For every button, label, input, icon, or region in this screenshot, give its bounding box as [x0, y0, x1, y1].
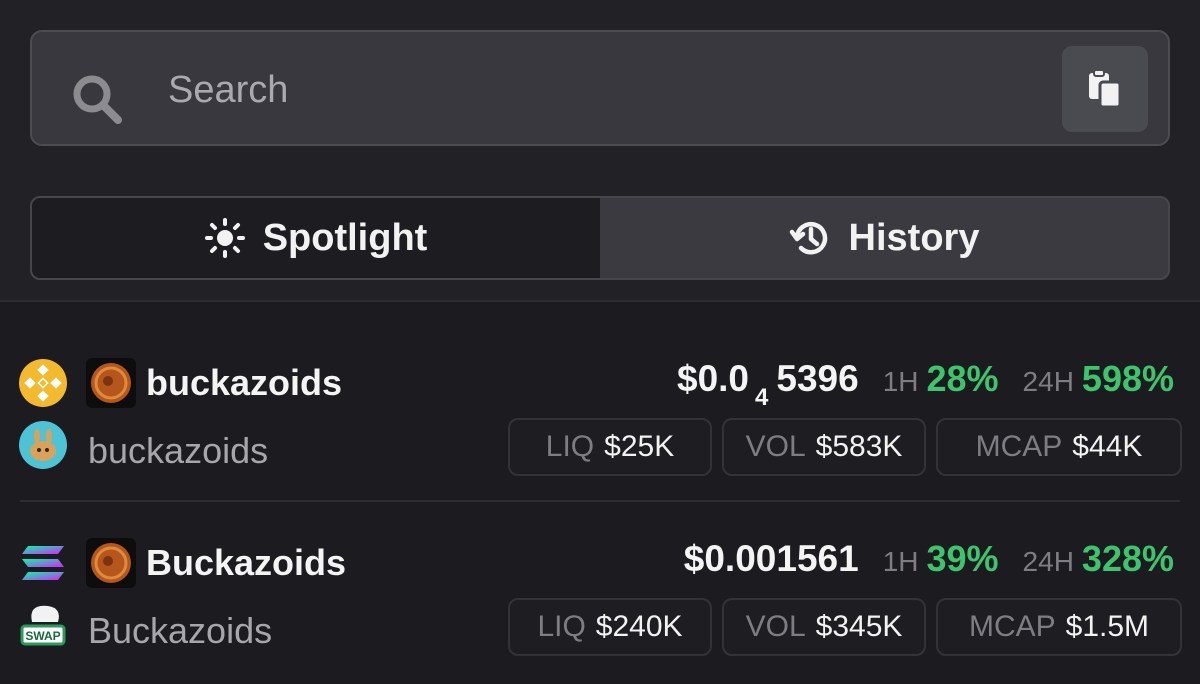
header-panel: Spotlight History — [0, 0, 1200, 302]
tab-history-label: History — [848, 216, 980, 259]
row-divider — [20, 500, 1180, 502]
price-line: $0.0 4 5396 1H 28% 24H 598% — [677, 358, 1174, 411]
tab-bar: Spotlight History — [30, 196, 1170, 280]
token-name: Buckazoids — [146, 542, 347, 583]
tab-spotlight[interactable]: Spotlight — [32, 198, 600, 278]
token-logo — [86, 538, 136, 588]
change-24h-label: 24H — [1022, 366, 1074, 397]
token-subname: Buckazoids — [88, 610, 273, 651]
token-logo — [86, 358, 136, 408]
token-subname: buckazoids — [88, 430, 269, 471]
token-row[interactable]: Buckazoids SWAP Buckazoids $0.001561 1H … — [0, 518, 1200, 684]
token-price: $0.001561 — [683, 538, 859, 579]
search-icon — [73, 75, 122, 124]
token-row[interactable]: buckazoids buckazoids $0.0 4 5396 1H 28% 2… — [0, 338, 1200, 518]
swap-icon: SWAP — [20, 605, 66, 646]
sun-icon — [204, 218, 245, 258]
paste-button[interactable] — [1062, 46, 1148, 132]
clipboard-icon — [1089, 70, 1122, 108]
volume-badge: VOL $583K — [722, 418, 926, 476]
tab-history[interactable]: History — [600, 198, 1168, 278]
history-icon — [789, 221, 827, 255]
liquidity-badge: LIQ $25K — [508, 418, 712, 476]
search-bar[interactable] — [30, 30, 1170, 146]
token-price: $0.0 4 5396 — [677, 358, 859, 411]
mcap-badge: MCAP $44K — [936, 418, 1182, 476]
change-1h-value: 28% — [926, 358, 999, 399]
token-name: buckazoids — [146, 362, 343, 403]
change-1h-label: 1H — [882, 366, 919, 397]
tab-spotlight-label: Spotlight — [262, 216, 428, 259]
bnb-icon — [19, 359, 67, 407]
change-1h-value: 39% — [926, 538, 999, 579]
price-line: $0.001561 1H 39% 24H 328% — [684, 538, 1174, 588]
change-1h-label: 1H — [882, 546, 919, 577]
volume-badge: VOL $345K — [722, 598, 926, 656]
liquidity-badge: LIQ $240K — [508, 598, 712, 656]
coin-icon — [91, 543, 131, 583]
search-input[interactable] — [168, 60, 1028, 120]
change-24h-label: 24H — [1022, 546, 1074, 577]
coin-icon — [91, 363, 131, 403]
svg-text:SWAP: SWAP — [25, 629, 60, 643]
solana-icon — [22, 546, 64, 580]
mcap-badge: MCAP $1.5M — [936, 598, 1182, 656]
change-24h-value: 328% — [1081, 538, 1174, 579]
pancakeswap-icon — [19, 421, 67, 469]
change-24h-value: 598% — [1081, 358, 1174, 399]
